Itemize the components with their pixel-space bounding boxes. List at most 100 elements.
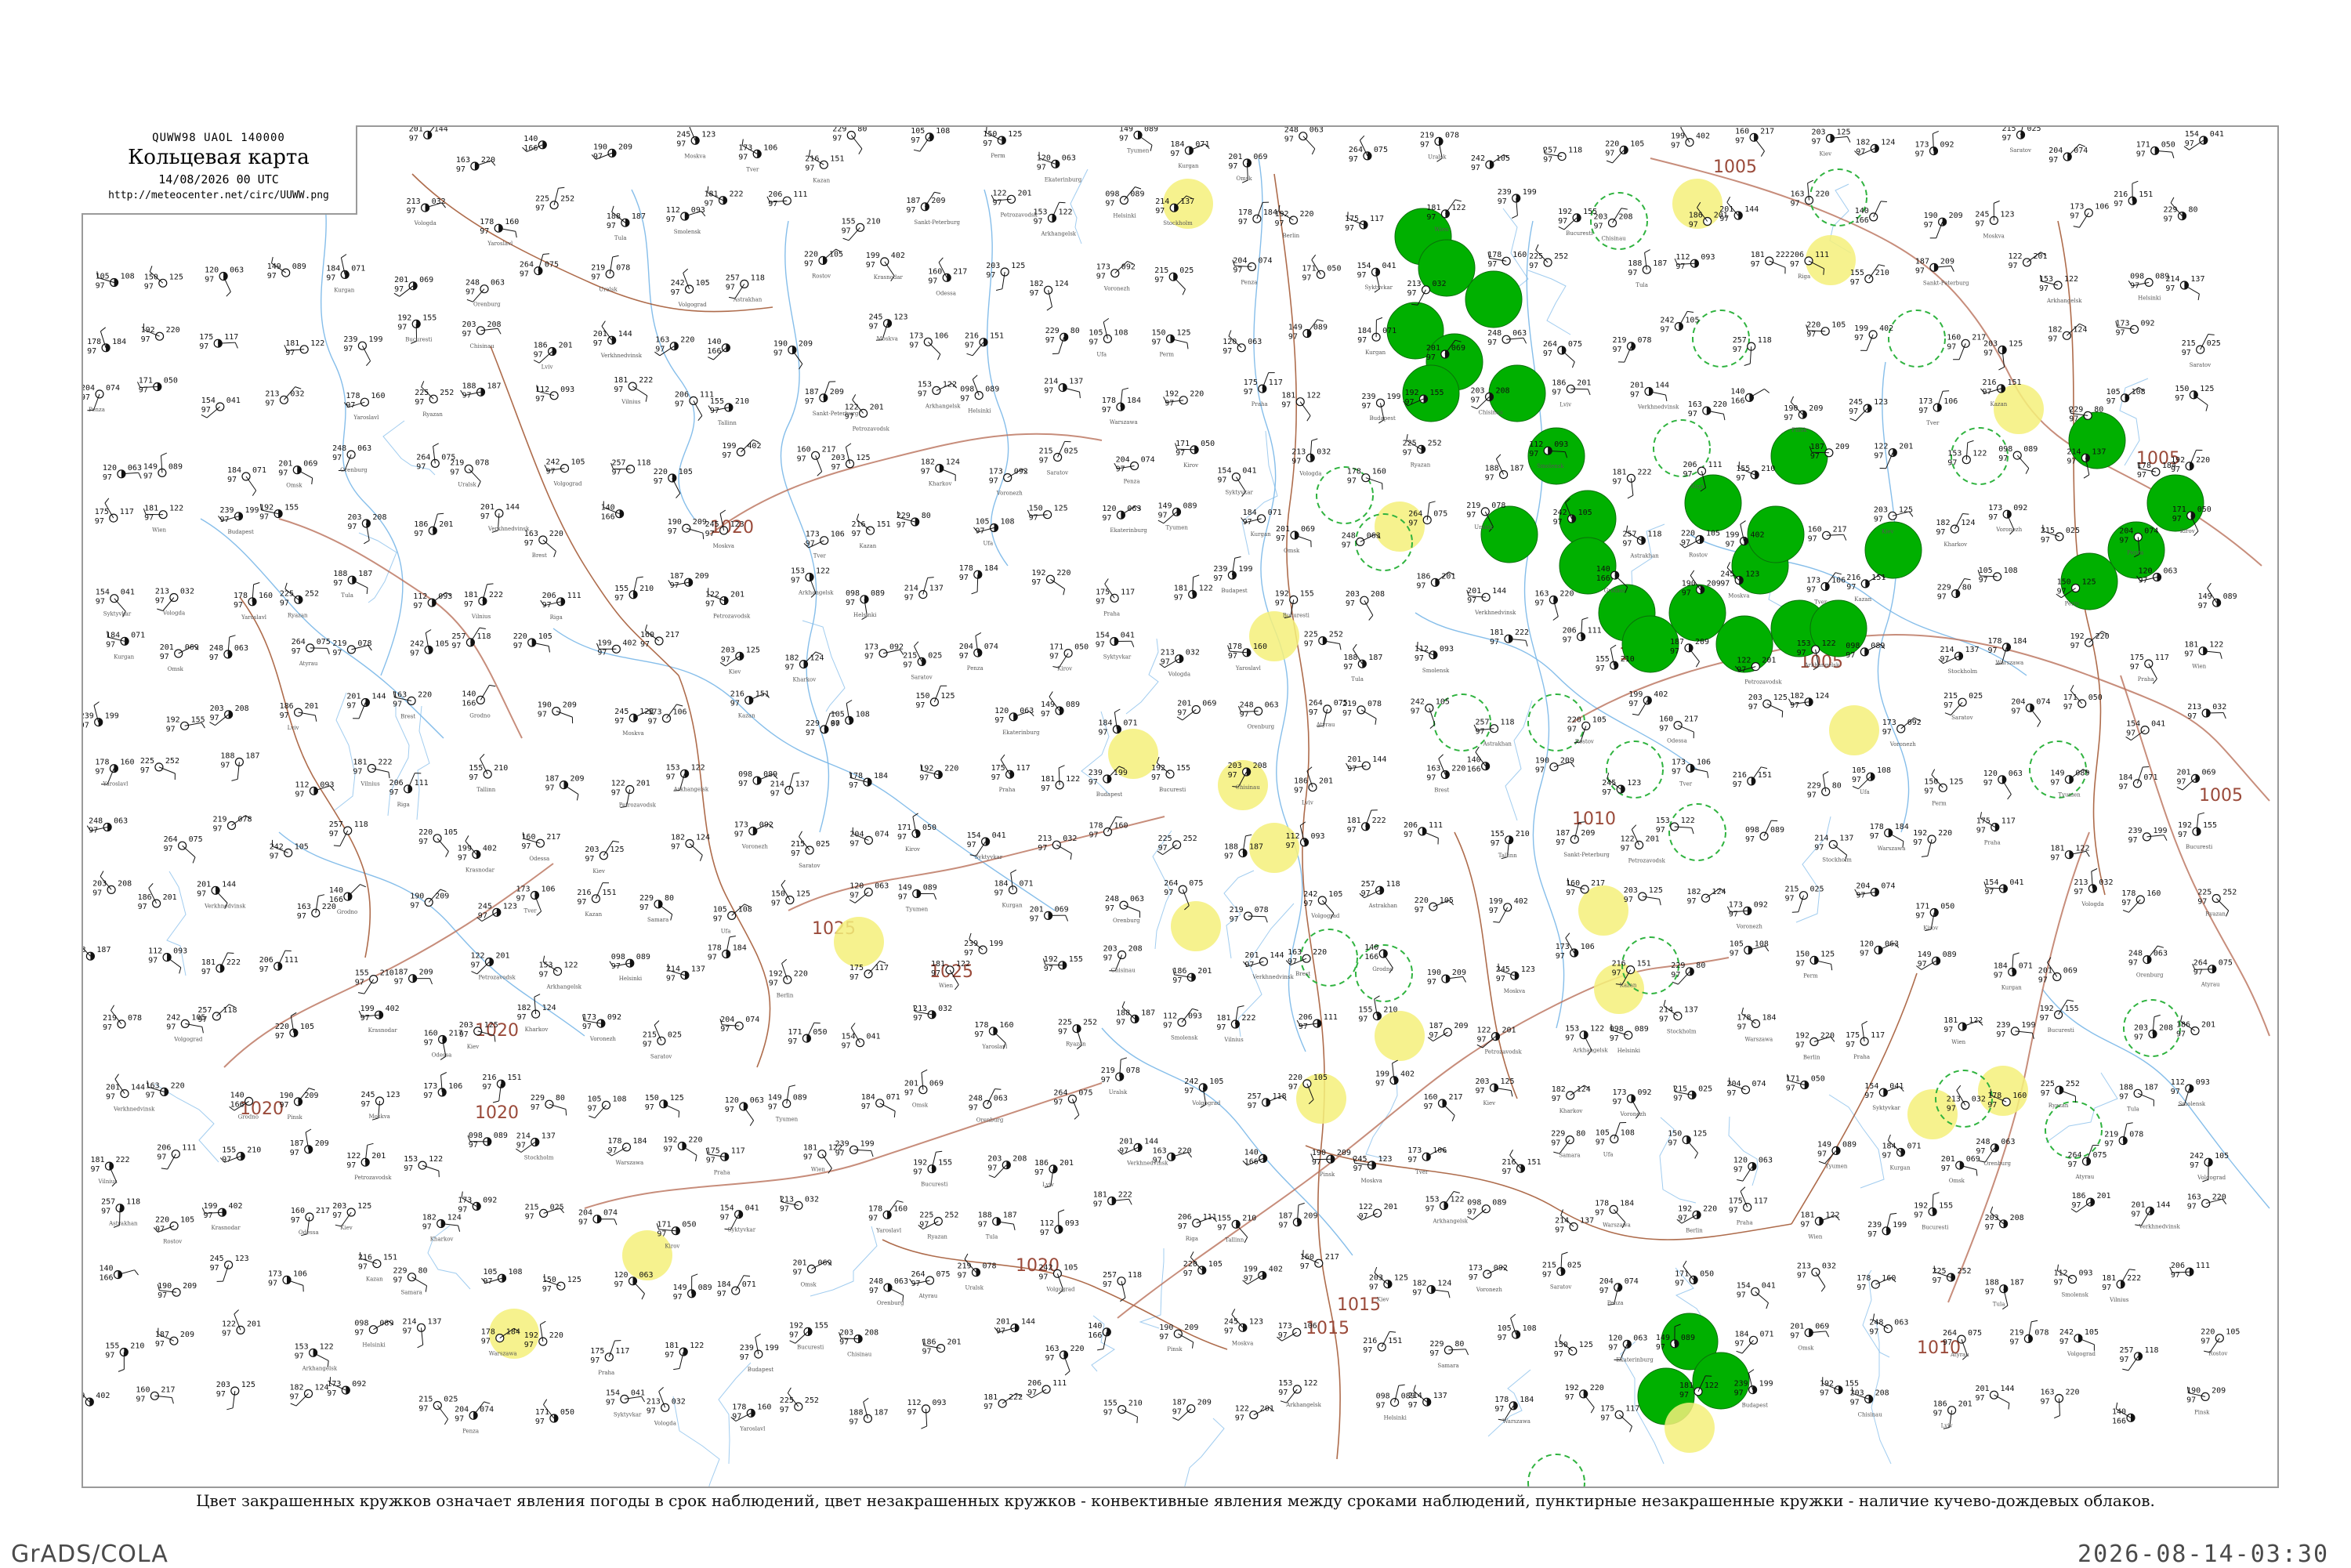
station-visibility: 97 <box>1039 457 1049 465</box>
station-name: Voronezh <box>589 1036 617 1042</box>
station-plot: 17397106Tver <box>804 531 845 559</box>
station-visibility: 97 <box>2067 457 2076 465</box>
station-visibility: 97 <box>1031 578 1041 587</box>
station-visibility: 97 <box>389 788 399 797</box>
wind-barb-feather <box>1666 395 1667 401</box>
station-plot: 15097125 <box>1668 1130 1707 1159</box>
station-plot: 24897063Orenburg <box>1105 895 1144 924</box>
station-pressure: 075 <box>317 638 331 646</box>
station-visibility: 97 <box>1947 1105 1956 1114</box>
station-pressure: 078 <box>357 639 371 648</box>
station-temperature: 181 <box>1281 392 1295 400</box>
station-visibility: 97 <box>1276 534 1285 543</box>
wind-barb-feather <box>955 985 958 990</box>
station-visibility: 97 <box>1795 1041 1805 1049</box>
station-visibility: 97 <box>1852 776 1861 784</box>
station-plot: 18197122 <box>284 339 324 357</box>
station-pressure: 105 <box>2215 1152 2229 1161</box>
station-pressure: 122 <box>1199 585 1213 593</box>
wind-barb-feather <box>1998 367 2004 370</box>
station-plot: 21397032Vologda <box>407 197 446 226</box>
station-temperature: 219 <box>1420 131 1434 139</box>
station-plot: 11297093Smolensk <box>1415 642 1454 674</box>
wind-barb <box>1322 900 1334 914</box>
station-visibility: 97 <box>96 598 105 607</box>
station-pressure: 201 <box>730 591 744 599</box>
station-name: Voronezh <box>1620 1111 1647 1117</box>
station-visibility: 97 <box>897 833 907 842</box>
station-plot: 140166 <box>523 135 547 153</box>
station-circle <box>592 895 600 903</box>
wind-barb-feather <box>914 150 920 151</box>
wind-barb-feather <box>857 514 858 520</box>
station-visibility: 97 <box>1165 400 1174 408</box>
station-visibility: 97 <box>1233 266 1242 274</box>
station-pressure: 124 <box>946 458 960 467</box>
station-visibility: 97 <box>462 330 472 339</box>
station-visibility: 97 <box>994 716 1004 725</box>
station-temperature: 178 <box>2137 462 2151 470</box>
station-visibility: 97 <box>1170 150 1179 158</box>
station-pressure: 137 <box>1580 1217 1594 1226</box>
station-temperature: 264 <box>2193 959 2208 968</box>
station-pressure: 208 <box>372 513 386 522</box>
station-plot: 17597117Praha <box>1729 1187 1768 1226</box>
station-name: Penza <box>1241 279 1257 285</box>
station-pressure: 220 <box>418 690 432 699</box>
station-pressure: 209 <box>1707 580 1721 588</box>
station-temperature: 201 <box>904 1080 918 1088</box>
wind-barb-feather <box>613 841 619 842</box>
station-temperature: 201 <box>2131 1200 2145 1209</box>
wind-barb-feather <box>1932 770 1935 775</box>
synoptic-map[interactable]: 1005100510051005101010101015102010201020… <box>82 125 2279 1488</box>
wind-barb <box>920 137 929 151</box>
station-visibility: 97 <box>1596 664 1605 673</box>
station-pressure: 220 <box>1313 948 1327 957</box>
station-temperature: 215 <box>643 1030 657 1039</box>
station-temperature: 140 <box>523 135 538 143</box>
station-temperature: 215 <box>1943 692 1958 701</box>
station-pressure: 063 <box>1265 701 1279 710</box>
station-name: Tver <box>524 908 538 914</box>
station-pressure: 117 <box>224 333 238 342</box>
station-visibility: 97 <box>832 135 842 143</box>
station-visibility: 166 <box>1467 766 1481 774</box>
station-temperature: 178 <box>974 1021 988 1030</box>
station-temperature: 248 <box>2128 950 2143 958</box>
station-visibility: 97 <box>280 599 289 607</box>
station-pressure: 125 <box>1820 950 1835 958</box>
station-plot: 2299780 <box>1807 772 1842 800</box>
station-pressure: 108 <box>121 273 135 281</box>
station-visibility: 97 <box>1988 646 1998 655</box>
station-visibility: 97 <box>140 766 150 775</box>
station-temperature: 192 <box>2171 456 2185 465</box>
station-plot: 18197222Vilnius <box>614 376 653 405</box>
station-pressure: 050 <box>2197 505 2212 514</box>
station-pressure: 089 <box>2223 592 2237 601</box>
station-pressure: 025 <box>928 651 942 660</box>
station-name: Praha <box>714 1169 730 1175</box>
station-visibility: 97 <box>478 911 487 920</box>
station-visibility: 97 <box>1621 844 1630 853</box>
station-visibility: 97 <box>1151 773 1161 782</box>
station-plot: 12297201Petrozavodsk <box>705 588 751 619</box>
station-visibility: 97 <box>2176 1030 2186 1039</box>
station-visibility: 97 <box>989 477 998 486</box>
station-visibility: 97 <box>1426 774 1436 783</box>
station-temperature: 160 <box>797 445 811 454</box>
station-pressure: 025 <box>1810 885 1824 894</box>
station-pressure: 252 <box>440 389 454 397</box>
station-circle <box>1052 841 1060 849</box>
station-temperature: 181 <box>1216 1014 1230 1023</box>
station-visibility: 97 <box>394 978 404 987</box>
station-temperature: 220 <box>275 1023 289 1031</box>
wind-barb-feather <box>846 701 852 704</box>
wind-barb-feather <box>254 583 260 585</box>
station-temperature: 192 <box>1151 764 1165 773</box>
station-temperature: 199 <box>360 1005 375 1013</box>
wind-barb-feather <box>1052 353 1059 354</box>
wind-barb-feather <box>996 289 1002 291</box>
station-name: Ryazan <box>927 1234 947 1240</box>
station-visibility: 97 <box>148 957 158 965</box>
station-visibility: 97 <box>103 473 112 482</box>
